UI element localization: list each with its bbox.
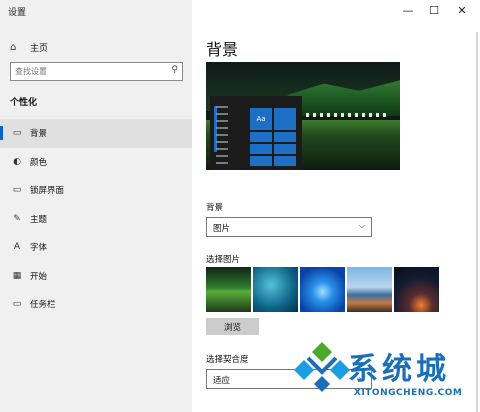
font-icon: A (13, 242, 21, 253)
preview-tile (274, 132, 296, 142)
sidebar-item-colors[interactable]: ◐ 颜色 (0, 148, 192, 177)
background-type-label: 背景 (206, 203, 224, 213)
chevron-down-icon: ⌵ (358, 221, 365, 230)
watermark-url: XITONGCHENG.COM (354, 388, 463, 398)
thumbnail-beach[interactable] (347, 267, 392, 312)
picture-icon: ▭ (12, 128, 22, 139)
search-icon[interactable]: ⚲ (171, 65, 178, 75)
thumbnail-night-sky[interactable] (394, 267, 439, 312)
preview-start-menu: Aa (210, 96, 302, 170)
nav-list: ▭ 背景 ◐ 颜色 ▭ 锁屏界面 ✎ 主题 A 字体 ▦ 开始 ▭ 任务栏 (0, 119, 192, 319)
section-title: 个性化 (10, 98, 38, 108)
home-icon: ⌂ (10, 41, 17, 53)
sidebar-item-fonts[interactable]: A 字体 (0, 233, 192, 262)
palette-icon: ◐ (13, 156, 21, 167)
preview-tile (274, 156, 296, 166)
preview-tile (250, 156, 272, 166)
sidebar-item-label: 任务栏 (30, 300, 56, 311)
taskbar-icon: ▭ (12, 299, 22, 310)
sidebar-item-label: 主题 (30, 214, 48, 225)
sidebar-item-label: 颜色 (30, 157, 48, 168)
choose-picture-label: 选择图片 (206, 255, 241, 265)
home-label: 主页 (30, 43, 49, 54)
watermark: 系统城 XITONGCHENG.COM (288, 334, 480, 412)
background-type-value: 图片 (213, 224, 231, 234)
start-icon: ▦ (12, 270, 22, 281)
home-link[interactable]: ⌂ 主页 (10, 40, 48, 54)
sidebar-item-label: 开始 (30, 271, 48, 282)
preview-tile-aa: Aa (250, 108, 272, 130)
search-input[interactable] (11, 63, 161, 80)
preview-tile (274, 108, 296, 130)
fit-value: 适应 (213, 376, 231, 386)
preview-houses (306, 113, 386, 117)
watermark-logo-icon (294, 342, 350, 392)
sidebar-item-taskbar[interactable]: ▭ 任务栏 (0, 290, 192, 319)
thumbnail-lake[interactable] (206, 267, 251, 312)
background-preview: Aa (206, 62, 400, 170)
sidebar-item-label: 字体 (30, 243, 48, 254)
sidebar-item-label: 锁屏界面 (30, 186, 65, 197)
lock-screen-icon: ▭ (12, 185, 22, 196)
theme-icon: ✎ (13, 213, 21, 224)
sidebar-item-label: 背景 (30, 129, 48, 140)
preview-tiles: Aa (250, 108, 296, 166)
fit-label: 选择契合度 (206, 355, 249, 365)
background-type-dropdown[interactable]: 图片 ⌵ (206, 217, 372, 237)
thumbnail-underwater[interactable] (253, 267, 298, 312)
sidebar-item-start[interactable]: ▦ 开始 (0, 262, 192, 291)
sidebar-item-lock-screen[interactable]: ▭ 锁屏界面 (0, 176, 192, 205)
preview-tile (274, 144, 296, 154)
preview-tile (250, 144, 272, 154)
search-box[interactable]: ⚲ (10, 62, 183, 81)
preview-tile (250, 132, 272, 142)
sidebar-item-background[interactable]: ▭ 背景 (0, 119, 192, 148)
page-title: 背景 (206, 40, 239, 59)
watermark-text: 系统城 (348, 352, 450, 387)
thumbnail-windows-light[interactable] (300, 267, 345, 312)
sidebar: ⌂ 主页 ⚲ 个性化 ▭ 背景 ◐ 颜色 ▭ 锁屏界面 ✎ 主题 A 字体 ▦ … (0, 0, 192, 412)
preview-app-list (216, 106, 228, 166)
picture-thumbnails (206, 267, 439, 312)
sidebar-item-themes[interactable]: ✎ 主题 (0, 205, 192, 234)
browse-button[interactable]: 浏览 (206, 318, 259, 335)
window-title: 设置 (8, 8, 27, 18)
